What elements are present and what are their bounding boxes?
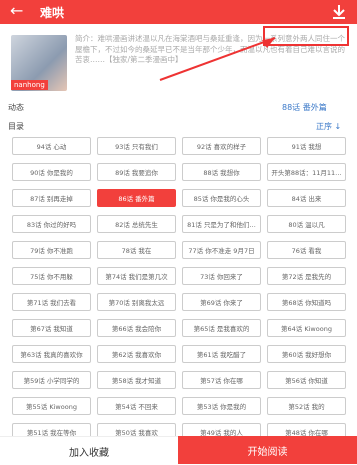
- chapter-button[interactable]: 80话 温以凡: [267, 215, 346, 233]
- download-icon[interactable]: [330, 4, 348, 20]
- chapter-button[interactable]: 第63话 我真的喜欢你: [12, 345, 91, 363]
- chapter-button[interactable]: 77话 你不准走 9月7日: [182, 241, 261, 259]
- chapter-button[interactable]: 第54话 不回来: [97, 397, 176, 415]
- chapter-button[interactable]: 84话 出来: [267, 189, 346, 207]
- sort-toggle[interactable]: 正序 ↓: [316, 121, 341, 132]
- chapter-button[interactable]: 90话 你是我的: [12, 163, 91, 181]
- chapter-button[interactable]: 第70话 别离我太远: [97, 293, 176, 311]
- chapter-button[interactable]: 第74话 我们是第几次: [97, 267, 176, 285]
- chapter-button[interactable]: 第68话 你知道吗: [267, 293, 346, 311]
- cover-tag: nanhong: [11, 80, 48, 90]
- chapter-button[interactable]: 第65话 是我喜欢的: [182, 319, 261, 337]
- chapter-button[interactable]: 第59话 小学同学的: [12, 371, 91, 389]
- annotation-arrow-icon: [159, 37, 276, 81]
- latest-label: 动态: [8, 103, 24, 112]
- chapter-button[interactable]: 92话 喜欢的样子: [182, 137, 261, 155]
- catalog-label: 目录: [8, 122, 24, 131]
- chapter-button[interactable]: 第62话 我喜欢你: [97, 345, 176, 363]
- chapter-button[interactable]: 78话 我在: [97, 241, 176, 259]
- chapter-button[interactable]: 87话 别再走掉: [12, 189, 91, 207]
- chapter-button[interactable]: 第56话 你知道: [267, 371, 346, 389]
- chapter-button[interactable]: 第52话 我的: [267, 397, 346, 415]
- bottom-actions: 加入收藏 开始阅读: [0, 436, 357, 465]
- chapter-button[interactable]: 91话 我想: [267, 137, 346, 155]
- chapter-button[interactable]: 第57话 你在哪: [182, 371, 261, 389]
- chapter-grid: 94话 心动 93话 只有我们 92话 喜欢的样子 91话 我想 90话 你是我的 89话…: [12, 137, 348, 441]
- chapter-button[interactable]: 79话 你不准跑: [12, 241, 91, 259]
- chapter-button[interactable]: 第71话 我们去看: [12, 293, 91, 311]
- chapter-button[interactable]: 第55话 Kiwoong: [12, 397, 91, 415]
- chapter-button[interactable]: 93话 只有我们: [97, 137, 176, 155]
- start-reading-button[interactable]: 开始阅读: [178, 436, 357, 464]
- chapter-button[interactable]: 第58话 我才知道: [97, 371, 176, 389]
- chapter-button[interactable]: 第64话 Kiwoong: [267, 319, 346, 337]
- chapter-button[interactable]: 第61话 我吃醋了: [182, 345, 261, 363]
- chapter-button[interactable]: 89话 我要追你: [97, 163, 176, 181]
- chapter-button[interactable]: 75话 你不用躲: [12, 267, 91, 285]
- chapter-button[interactable]: 88话 我想你: [182, 163, 261, 181]
- chapter-button[interactable]: 第60话 我好想你: [267, 345, 346, 363]
- chapter-button[interactable]: 86话 番外篇: [97, 189, 176, 207]
- chapter-button[interactable]: 85话 你是我的心头: [182, 189, 261, 207]
- chapter-button[interactable]: 第66话 我会陪你: [97, 319, 176, 337]
- chapter-button[interactable]: 73话 你回来了: [182, 267, 261, 285]
- chapter-button[interactable]: 第53话 你是我的: [182, 397, 261, 415]
- chapter-button[interactable]: 第67话 我知道: [12, 319, 91, 337]
- chapter-button[interactable]: 开头第88话：11月11…: [267, 163, 346, 181]
- chapter-button[interactable]: 第69话 你来了: [182, 293, 261, 311]
- chapter-button[interactable]: 83话 你过的好吗: [12, 215, 91, 233]
- chapter-button[interactable]: 81话 只是为了和他们…: [182, 215, 261, 233]
- page-title: 难哄: [40, 6, 65, 20]
- chapter-button[interactable]: 76话 看我: [267, 241, 346, 259]
- chapter-button[interactable]: 94话 心动: [12, 137, 91, 155]
- add-to-favorites-button[interactable]: 加入收藏: [0, 436, 178, 465]
- chapter-button[interactable]: 82话 总统先生: [97, 215, 176, 233]
- back-arrow-icon[interactable]: ←: [10, 2, 28, 20]
- latest-chapter-link[interactable]: 88话 番外篇: [282, 102, 327, 113]
- chapter-button[interactable]: 第72话 是我先的: [267, 267, 346, 285]
